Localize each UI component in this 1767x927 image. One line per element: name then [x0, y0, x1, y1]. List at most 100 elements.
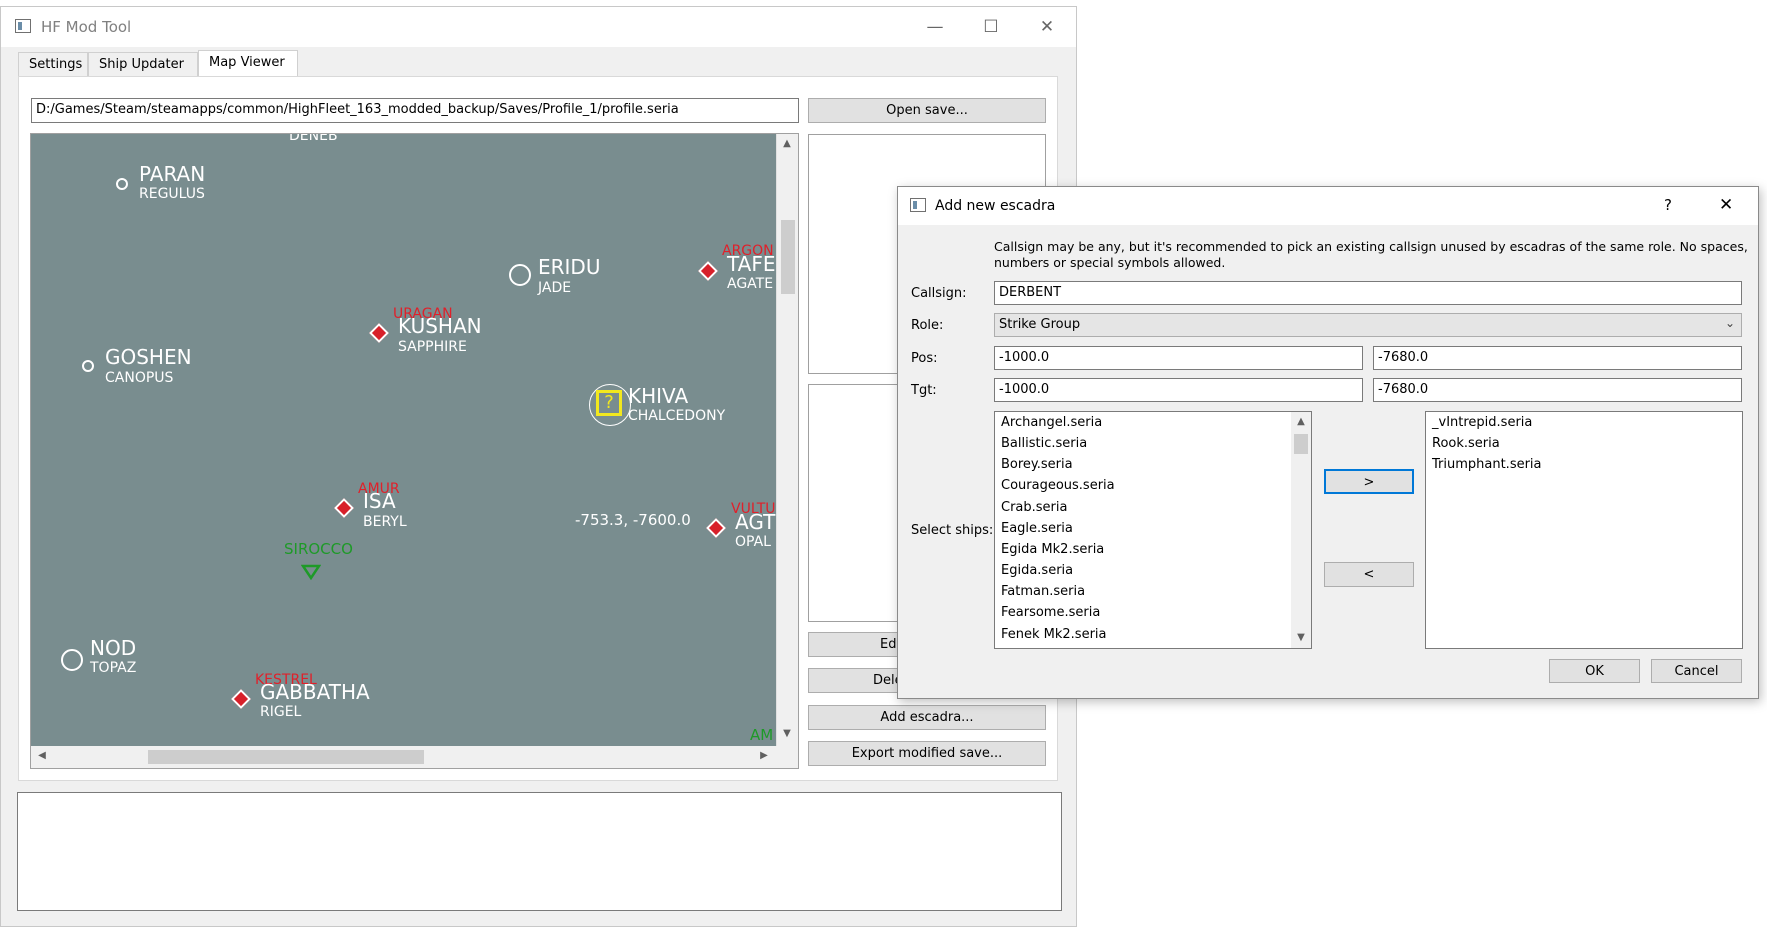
escadra-icon[interactable]	[231, 689, 251, 709]
map-canvas[interactable]: DENEB PARAN REGULUS ERIDU JADE ARGON TAF…	[31, 134, 776, 746]
select-ships-label: Select ships:	[911, 523, 994, 538]
triangle-down-icon[interactable]	[301, 564, 321, 580]
list-item[interactable]: Crab.seria	[1001, 500, 1067, 515]
pos-x-input[interactable]: -1000.0	[994, 346, 1363, 370]
city-tafe: TAFE	[727, 252, 776, 276]
city-deneb: DENEB	[289, 134, 338, 144]
window-title: HF Mod Tool	[41, 18, 132, 36]
pos-label: Pos:	[911, 351, 938, 366]
city-paran: PARAN	[139, 162, 206, 186]
list-item[interactable]: Archangel.seria	[1001, 415, 1102, 430]
list-item[interactable]: Fearsome.seria	[1001, 605, 1100, 620]
city-sub-jade: JADE	[538, 280, 572, 296]
tgt-x-input[interactable]: -1000.0	[994, 378, 1363, 402]
cancel-button[interactable]: Cancel	[1651, 659, 1742, 683]
save-path-input[interactable]: D:/Games/Steam/steamapps/common/HighFlee…	[31, 98, 799, 123]
tgt-label: Tgt:	[911, 383, 937, 398]
callsign-label: Callsign:	[911, 286, 967, 301]
maximize-button[interactable]: ☐	[968, 7, 1014, 47]
app-icon	[15, 19, 31, 33]
list-item[interactable]: Eagle.seria	[1001, 521, 1073, 536]
escadra-icon[interactable]	[698, 261, 718, 281]
selected-ships-list[interactable]: _vIntrepid.seria Rook.seria Triumphant.s…	[1425, 411, 1743, 649]
chevron-down-icon: ⌄	[1724, 316, 1735, 330]
list-item[interactable]: Ballistic.seria	[1001, 436, 1087, 451]
escadra-icon[interactable]	[369, 323, 389, 343]
tgt-y-input[interactable]: -7680.0	[1373, 378, 1742, 402]
tab-map-viewer[interactable]: Map Viewer	[198, 50, 298, 77]
list-item[interactable]: Egida Mk2.seria	[1001, 542, 1104, 557]
scroll-down-icon[interactable]: ▼	[1292, 632, 1310, 643]
export-save-button[interactable]: Export modified save...	[808, 741, 1046, 766]
escadra-sirocco[interactable]: SIROCCO	[284, 540, 353, 558]
city-nod: NOD	[90, 636, 137, 660]
city-kushan: KUSHAN	[398, 314, 482, 338]
list-item[interactable]: Egida.seria	[1001, 563, 1073, 578]
list-item[interactable]: Rook.seria	[1432, 436, 1500, 451]
city-marker	[116, 178, 128, 190]
tab-ship-updater[interactable]: Ship Updater	[88, 52, 198, 77]
list-item[interactable]: Courageous.seria	[1001, 478, 1115, 493]
city-marker	[82, 360, 94, 372]
role-label: Role:	[911, 318, 944, 333]
city-isa: ISA	[363, 489, 396, 513]
city-sub-regulus: REGULUS	[139, 186, 205, 202]
list-item[interactable]: Borey.seria	[1001, 457, 1073, 472]
city-sub-topaz: TOPAZ	[90, 660, 137, 676]
add-ship-button[interactable]: >	[1324, 469, 1414, 494]
title-bar: HF Mod Tool — ☐ ✕	[1, 7, 1076, 47]
city-goshen: GOSHEN	[105, 345, 192, 369]
city-marker	[61, 649, 83, 671]
city-sub-agate: AGATE	[727, 276, 774, 292]
hint-text: Callsign may be any, but it's recommende…	[994, 239, 1748, 254]
log-output[interactable]	[17, 792, 1062, 911]
city-sub-opal: OPAL	[735, 534, 771, 550]
city-sub-canopus: CANOPUS	[105, 370, 174, 386]
scroll-right-icon[interactable]: ▶	[755, 750, 773, 761]
map-horizontal-scrollbar[interactable]: ◀ ▶	[31, 746, 776, 768]
pos-y-input[interactable]: -7680.0	[1373, 346, 1742, 370]
city-sub-beryl: BERYL	[363, 514, 407, 530]
role-select-value: Strike Group	[999, 317, 1081, 332]
ok-button[interactable]: OK	[1549, 659, 1640, 683]
minimize-button[interactable]: —	[912, 7, 958, 47]
scroll-up-icon[interactable]: ▲	[778, 138, 796, 149]
scroll-left-icon[interactable]: ◀	[33, 750, 51, 761]
role-select[interactable]: Strike Group ⌄	[994, 313, 1742, 337]
city-sub-rigel: RIGEL	[260, 704, 302, 720]
callsign-input[interactable]: DERBENT	[994, 281, 1742, 305]
dialog-title-bar: Add new escadra ? ✕	[898, 187, 1758, 225]
list-item[interactable]: Fatman.seria	[1001, 584, 1085, 599]
open-save-button[interactable]: Open save...	[808, 98, 1046, 123]
city-marker	[509, 264, 531, 286]
list-item[interactable]: Triumphant.seria	[1432, 457, 1542, 472]
scroll-corner	[776, 746, 798, 768]
scroll-thumb[interactable]	[781, 220, 795, 294]
scroll-down-icon[interactable]: ▼	[778, 728, 796, 739]
dialog-close-button[interactable]: ✕	[1719, 195, 1733, 215]
add-escadra-button[interactable]: Add escadra...	[808, 705, 1046, 730]
scroll-up-icon[interactable]: ▲	[1292, 416, 1310, 427]
map-vertical-scrollbar[interactable]: ▲ ▼	[776, 134, 798, 746]
tab-settings[interactable]: Settings	[18, 52, 88, 77]
available-ships-list[interactable]: Archangel.seria Ballistic.seria Borey.se…	[994, 411, 1312, 649]
scroll-thumb[interactable]	[1294, 434, 1308, 454]
add-escadra-dialog: Add new escadra ? ✕ Callsign may be any,…	[897, 186, 1759, 699]
city-agt: AGT	[735, 510, 776, 534]
escadra-icon[interactable]	[334, 498, 354, 518]
scroll-thumb[interactable]	[148, 750, 424, 764]
cursor-coords: -753.3, -7600.0	[575, 511, 691, 529]
remove-ship-button[interactable]: <	[1324, 562, 1414, 587]
city-gabbatha: GABBATHA	[260, 680, 370, 704]
dialog-app-icon	[910, 198, 926, 212]
city-khiva: KHIVA	[628, 384, 689, 408]
escadra-icon[interactable]	[706, 518, 726, 538]
close-button[interactable]: ✕	[1024, 7, 1070, 47]
dialog-title: Add new escadra	[935, 198, 1056, 214]
help-button[interactable]: ?	[1664, 196, 1672, 214]
selected-marker-icon[interactable]: ?	[596, 390, 622, 416]
escadra-am[interactable]: AM	[750, 726, 773, 744]
list-item[interactable]: _vIntrepid.seria	[1432, 415, 1532, 430]
list-item[interactable]: Fenek Mk2.seria	[1001, 627, 1107, 642]
list-scrollbar[interactable]: ▲ ▼	[1291, 412, 1311, 648]
